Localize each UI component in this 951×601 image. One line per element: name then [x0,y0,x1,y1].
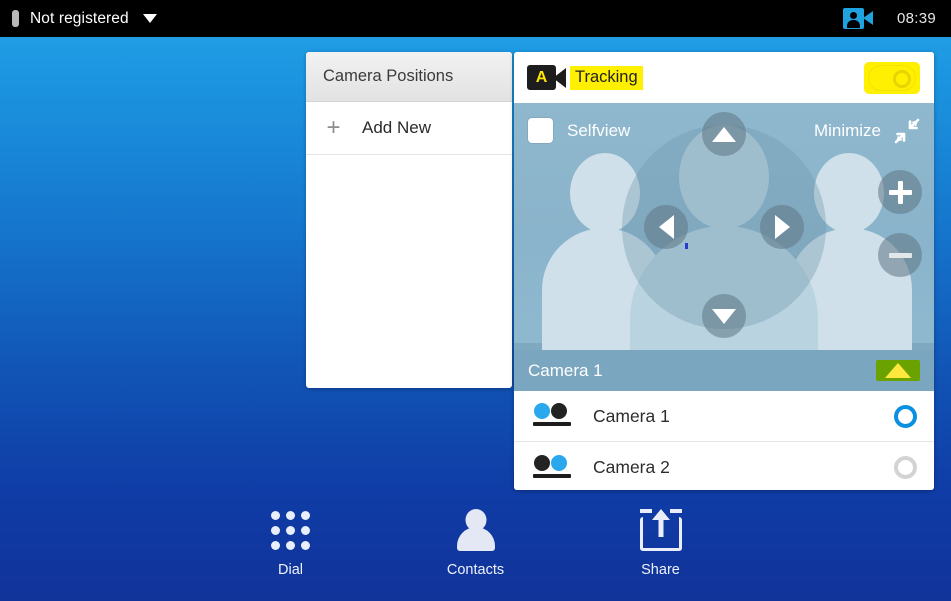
contacts-person-icon [454,507,498,553]
contacts-button[interactable]: Contacts [416,507,536,578]
camera-lens-shape [862,11,873,25]
dial-label: Dial [278,562,303,578]
camera-1-label: Camera 1 [593,405,670,426]
person-video-camera-icon[interactable] [842,8,873,29]
person-head-shape [849,12,857,19]
selfview-video-area[interactable]: Selfview Minimize [514,103,934,350]
tracking-label: Tracking [570,65,643,90]
camera-base-bar [533,422,571,426]
camera-tilt-down-button[interactable] [702,294,746,338]
camera-pan-right-button[interactable] [760,204,804,249]
share-upload-icon [639,507,682,553]
table-row[interactable]: Camera 1 [514,391,934,442]
registration-status-button[interactable]: Not registered [0,10,157,28]
camera-positions-header: Camera Positions [306,52,512,102]
device-screen: Not registered 08:39 Camera Positions + … [0,0,951,601]
camera-control-panel: A Tracking Selfview Minimize Camera 1 Ca… [514,52,934,490]
status-indicator-icon [12,10,19,27]
toggle-knob [893,69,911,88]
camera-dot-right [551,454,567,471]
tracking-toggle[interactable] [868,64,916,91]
share-arrow-head [651,509,670,520]
camera-2-label: Camera 2 [593,457,670,477]
selfview-controls-row: Selfview Minimize [514,103,934,158]
dial-button[interactable]: Dial [231,507,351,578]
arrow-down-icon [712,308,736,324]
minimize-label[interactable]: Minimize [814,121,881,141]
person-body-shape [456,527,495,551]
camera-zoom-out-button[interactable] [878,233,922,277]
status-bar-right: 08:39 [842,8,951,29]
camera-dot-left [534,454,550,471]
camera-1-radio[interactable] [894,404,917,428]
share-notch-right [669,509,682,513]
person-silhouette-shape [454,509,498,551]
contacts-label: Contacts [446,562,505,578]
camera-positions-panel: Camera Positions + Add New [306,52,512,388]
selfview-label: Selfview [567,120,631,140]
person-torso-shape [846,20,860,28]
add-new-position-button[interactable]: + Add New [306,102,512,155]
selfview-checkbox[interactable] [528,118,553,143]
dialpad-grid [271,510,310,550]
minimize-arrows-icon[interactable] [894,118,920,144]
camera-a-letter: A [535,68,548,86]
arrow-left-icon [658,214,674,239]
caret-up-icon[interactable] [885,363,911,378]
page-title: Camera Positions [323,67,454,85]
add-new-label: Add New [362,118,431,137]
active-camera-bar[interactable]: Camera 1 [514,350,934,391]
active-camera-label: Camera 1 [528,360,603,380]
camera-dot-right [551,403,567,419]
plus-icon-horizontal-bar [888,189,912,195]
camera-base-bar [533,473,571,478]
tracking-row: A Tracking [514,52,934,103]
clock-label: 08:39 [896,10,936,27]
camera-list-expand-highlight [876,360,920,381]
arrow-right-icon [774,214,790,239]
share-button[interactable]: Share [601,507,721,578]
camera-dot-left [534,403,550,419]
share-label: Share [641,562,680,578]
share-box-shape [639,509,682,551]
camera-2-radio[interactable] [894,456,917,479]
camera-dots-icon [533,403,575,429]
status-bar: Not registered 08:39 [0,0,951,37]
mouse-cursor-artifact [685,243,688,249]
dialpad-icon [271,507,310,553]
chevron-down-icon[interactable] [142,14,157,23]
minus-icon [888,252,912,258]
tracking-toggle-highlight [864,61,920,94]
camera-pan-left-button[interactable] [644,204,688,249]
share-arrow-stem [658,517,663,537]
share-notch-left [639,509,652,513]
camera-a-icon: A [527,65,567,90]
camera-dots-icon [533,454,575,481]
registration-status-label: Not registered [30,9,129,27]
bottom-toolbar: Dial Contacts Share [0,490,951,601]
table-row[interactable]: Camera 2 [514,442,934,490]
plus-icon: + [326,114,341,141]
camera-zoom-in-button[interactable] [878,170,922,214]
